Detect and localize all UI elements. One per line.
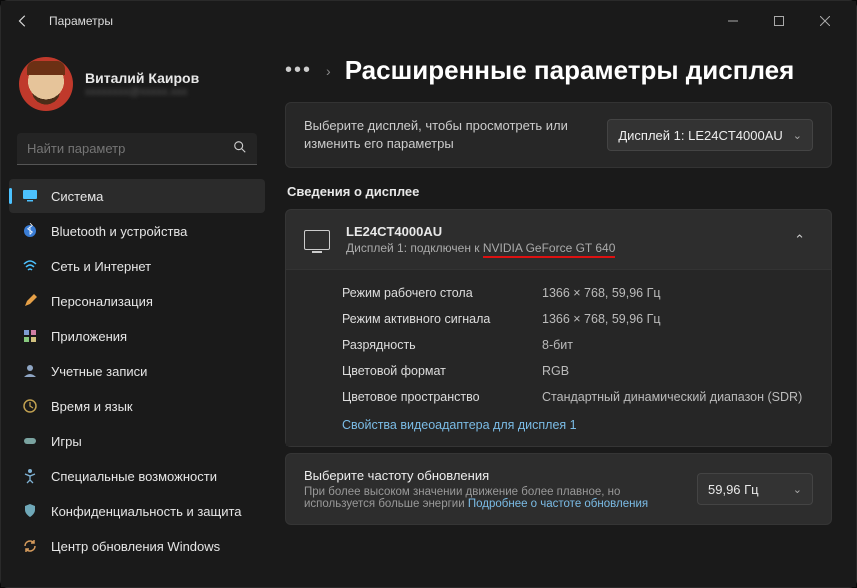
info-row: Цветовой форматRGB [342,358,811,384]
display-name: LE24CT4000AU [346,224,770,239]
sidebar-item-label: Конфиденциальность и защита [51,504,242,519]
user-icon [21,362,39,380]
refresh-rate-dropdown[interactable]: 59,96 Гц ⌄ [697,473,813,505]
window-title: Параметры [49,14,113,28]
profile-name: Виталий Каиров [85,70,199,86]
dropdown-value: Дисплей 1: LE24CT4000AU [618,128,782,143]
maximize-button[interactable] [756,6,802,36]
brush-icon [21,292,39,310]
display-select-dropdown[interactable]: Дисплей 1: LE24CT4000AU ⌄ [607,119,813,151]
back-button[interactable] [9,7,37,35]
chevron-down-icon: ⌄ [793,483,802,496]
sidebar-item-system[interactable]: Система [9,179,265,213]
profile-block[interactable]: Виталий Каиров xxxxxxxx@xxxxx.xxx [9,49,265,125]
sidebar-item-time-language[interactable]: Время и язык [9,389,265,423]
dropdown-value: 59,96 Гц [708,482,759,497]
info-row: Разрядность8-бит [342,332,811,358]
refresh-title: Выберите частоту обновления [304,468,681,483]
sidebar-item-personalization[interactable]: Персонализация [9,284,265,318]
sidebar-item-label: Центр обновления Windows [51,539,220,554]
chevron-right-icon: › [326,63,331,79]
sidebar-item-update[interactable]: Центр обновления Windows [9,529,265,563]
info-row: Режим рабочего стола1366 × 768, 59,96 Гц [342,280,811,306]
gamepad-icon [21,432,39,450]
expander-header[interactable]: LE24CT4000AU Дисплей 1: подключен к NVID… [286,210,831,269]
sidebar-item-label: Специальные возможности [51,469,217,484]
display-subtitle: Дисплей 1: подключен к NVIDIA GeForce GT… [346,241,770,255]
shield-icon [21,502,39,520]
accessibility-icon [21,467,39,485]
display-select-help: Выберите дисплей, чтобы просмотреть или … [304,117,593,153]
content: ••• › Расширенные параметры дисплея Выбе… [269,41,856,587]
update-icon [21,537,39,555]
sidebar-item-label: Время и язык [51,399,133,414]
desktop-icon [21,187,39,205]
clock-icon [21,397,39,415]
sidebar-item-network[interactable]: Сеть и Интернет [9,249,265,283]
search-input[interactable] [27,141,233,156]
titlebar: Параметры [1,1,856,41]
sidebar-item-apps[interactable]: Приложения [9,319,265,353]
refresh-rate-card: Выберите частоту обновления При более вы… [285,453,832,525]
sidebar: Виталий Каиров xxxxxxxx@xxxxx.xxx Систем… [1,41,269,587]
search-icon [233,140,247,157]
info-row: Режим активного сигнала1366 × 768, 59,96… [342,306,811,332]
wifi-icon [21,257,39,275]
breadcrumb-more[interactable]: ••• [285,59,312,82]
chevron-up-icon[interactable]: ⌃ [786,228,813,252]
minimize-button[interactable] [710,6,756,36]
apps-icon [21,327,39,345]
refresh-more-link[interactable]: Подробнее о частоте обновления [468,498,648,510]
expander-body: Режим рабочего стола1366 × 768, 59,96 Гц… [286,269,831,446]
section-title: Сведения о дисплее [287,184,832,199]
bluetooth-icon [21,222,39,240]
sidebar-item-gaming[interactable]: Игры [9,424,265,458]
sidebar-item-label: Учетные записи [51,364,147,379]
sidebar-item-label: Персонализация [51,294,153,309]
sidebar-item-label: Игры [51,434,82,449]
sidebar-item-label: Bluetooth и устройства [51,224,187,239]
sidebar-item-label: Приложения [51,329,127,344]
avatar [19,57,73,111]
page-title: Расширенные параметры дисплея [345,55,795,86]
sidebar-item-accessibility[interactable]: Специальные возможности [9,459,265,493]
display-select-card: Выберите дисплей, чтобы просмотреть или … [285,102,832,168]
adapter-properties-link[interactable]: Свойства видеоадаптера для дисплея 1 [342,418,577,432]
sidebar-item-privacy[interactable]: Конфиденциальность и защита [9,494,265,528]
sidebar-item-accounts[interactable]: Учетные записи [9,354,265,388]
breadcrumb: ••• › Расширенные параметры дисплея [285,55,832,86]
gpu-name: NVIDIA GeForce GT 640 [483,241,616,258]
chevron-down-icon: ⌄ [793,129,802,142]
monitor-icon [304,230,330,250]
info-row: Цветовое пространствоСтандартный динамич… [342,384,811,410]
profile-email: xxxxxxxx@xxxxx.xxx [85,86,199,98]
search-box[interactable] [17,133,257,165]
close-button[interactable] [802,6,848,36]
sidebar-item-bluetooth[interactable]: Bluetooth и устройства [9,214,265,248]
display-info-expander: LE24CT4000AU Дисплей 1: подключен к NVID… [285,209,832,447]
sidebar-item-label: Сеть и Интернет [51,259,151,274]
refresh-sub: При более высоком значении движение боле… [304,486,681,510]
sidebar-item-label: Система [51,189,103,204]
